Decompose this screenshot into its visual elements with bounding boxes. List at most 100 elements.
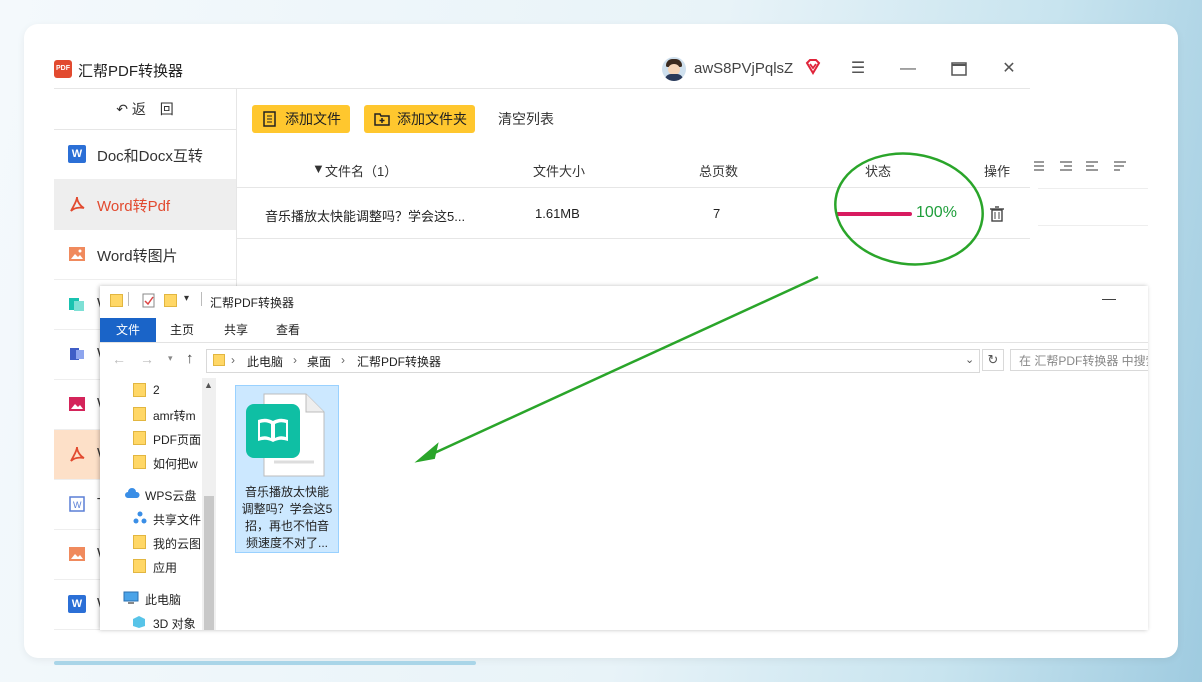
add-folder-icon	[374, 113, 390, 126]
chevron-right-icon: ›	[341, 353, 345, 367]
vip-diamond-icon[interactable]	[804, 58, 822, 76]
progress-text: 100%	[916, 204, 957, 221]
partial-panel	[1038, 188, 1148, 226]
clear-list-button[interactable]: 清空列表	[498, 105, 554, 133]
sidebar-item-word-to-pdf[interactable]: Word转Pdf	[54, 180, 236, 230]
progress-bar	[836, 212, 912, 216]
column-header-size: 文件大小	[533, 164, 586, 179]
close-button[interactable]: ✕	[994, 54, 1024, 84]
avatar[interactable]	[662, 57, 686, 81]
title-bar: PDF 汇帮PDF转换器 awS8PVjPqlsZ ☰ — ✕	[54, 50, 1030, 89]
row-page-count: 7	[713, 206, 721, 221]
menu-icon[interactable]: ☰	[843, 54, 873, 84]
nav-item-shared[interactable]: 共享文件	[100, 506, 202, 530]
back-button[interactable]: ↶ 返 回	[54, 89, 236, 130]
column-header-pages: 总页数	[699, 164, 739, 179]
svg-text:W: W	[73, 500, 82, 510]
word-icon: W	[68, 595, 86, 613]
forward-arrow-icon[interactable]: →	[140, 351, 154, 367]
file-name: 音乐播放太快能调整吗？学会这5招，再也不怕音频速度不对了...	[241, 485, 333, 550]
header-divider	[237, 187, 1030, 188]
image-icon	[69, 247, 85, 261]
nav-item[interactable]: amr转m	[100, 402, 202, 426]
folder-icon	[133, 559, 146, 573]
back-arrow-icon[interactable]: ←	[112, 351, 126, 367]
add-file-button[interactable]: 添加文件	[252, 105, 350, 133]
column-header-action: 操作	[984, 164, 1011, 179]
trash-icon[interactable]	[990, 206, 1004, 222]
sidebar-item-word-to-image[interactable]: Word转图片	[54, 230, 236, 280]
nav-item-3d[interactable]: 3D 对象	[100, 610, 202, 630]
pdf-icon	[70, 196, 85, 212]
format-toolbar-fragment-icon	[1034, 161, 1126, 171]
address-row: ← → ▾ ↑ › 此电脑 › 桌面 › 汇帮PDF转换器 ⌄ ↻ 在 汇帮PD…	[100, 346, 1148, 374]
tab-share[interactable]: 共享	[212, 318, 260, 342]
breadcrumb-item[interactable]: 桌面	[307, 353, 331, 370]
document-icon	[246, 393, 325, 477]
nav-item[interactable]: 应用	[100, 554, 202, 578]
quick-access-dropdown-icon[interactable]: ▾	[184, 293, 189, 304]
explorer-title-bar: ▾ 汇帮PDF转换器 —	[100, 286, 1148, 316]
nav-item[interactable]: 如何把w	[100, 450, 202, 474]
chevron-up-icon[interactable]: ▲	[204, 380, 213, 390]
cube-icon	[133, 616, 145, 628]
sidebar-item-label: Word转图片	[97, 248, 178, 265]
sidebar-item-doc-docx[interactable]: W Doc和Docx互转	[54, 130, 236, 180]
nav-item-wps-cloud[interactable]: WPS云盘	[100, 482, 202, 506]
up-arrow-icon[interactable]: ↑	[186, 350, 194, 367]
back-icon: ↶	[116, 101, 128, 117]
nav-item-this-pc[interactable]: 此电脑	[100, 586, 202, 610]
row-divider	[237, 238, 1030, 239]
ribbon-tabs: 文件 主页 共享 查看	[100, 318, 1148, 343]
tab-home[interactable]: 主页	[158, 318, 206, 342]
address-bar[interactable]: › 此电脑 › 桌面 › 汇帮PDF转换器 ⌄	[206, 349, 980, 373]
new-folder-icon[interactable]	[164, 294, 177, 307]
nav-item[interactable]: PDF页面	[100, 426, 202, 450]
sidebar-item-label: Word转Pdf	[97, 198, 171, 215]
maximize-button[interactable]	[944, 54, 974, 84]
tab-view[interactable]: 查看	[264, 318, 312, 342]
app-title: 汇帮PDF转换器	[78, 63, 184, 80]
column-header-status: 状态	[865, 164, 892, 179]
word-outline-icon: W	[69, 496, 85, 512]
sidebar-item-label: Doc和Docx互转	[97, 148, 203, 165]
tab-file[interactable]: 文件	[100, 318, 156, 342]
row-file-name: 音乐播放太快能调整吗？学会这5...	[265, 209, 466, 224]
folder-icon	[133, 431, 146, 445]
nav-scroll-thumb[interactable]	[204, 496, 214, 630]
properties-icon[interactable]	[142, 293, 156, 308]
folder-icon	[213, 354, 225, 366]
username[interactable]: awS8PVjPqlsZ	[694, 60, 793, 77]
recent-locations-icon[interactable]: ▾	[168, 353, 173, 364]
breadcrumb-item[interactable]: 此电脑	[247, 353, 283, 370]
nav-item[interactable]: 2	[100, 378, 202, 402]
green-doc-icon	[69, 298, 84, 311]
explorer-title: 汇帮PDF转换器	[210, 296, 295, 310]
breadcrumb-item[interactable]: 汇帮PDF转换器	[357, 353, 441, 370]
row-file-size: 1.61MB	[535, 206, 580, 221]
share-icon	[133, 511, 147, 524]
ppt-icon	[70, 348, 84, 360]
divider	[128, 292, 129, 306]
column-header-name[interactable]: 文件名（1）	[325, 161, 397, 180]
navigation-pane: 2 amr转m PDF页面 如何把w WPS云盘 共享文件 我的云图 应用 此电…	[100, 378, 216, 630]
nav-item[interactable]: 我的云图	[100, 530, 202, 554]
image-icon	[69, 397, 85, 411]
divider	[201, 292, 202, 306]
sort-arrow-icon[interactable]: ▼	[312, 161, 325, 176]
horizontal-scrollbar[interactable]	[54, 661, 476, 665]
chevron-right-icon: ›	[231, 353, 235, 367]
computer-icon	[123, 591, 139, 604]
search-input[interactable]: 在 汇帮PDF转换器 中搜索	[1010, 349, 1148, 371]
pdf-icon	[70, 446, 85, 462]
file-item[interactable]: 音乐播放太快能调整吗？学会这5招，再也不怕音频速度不对了...	[235, 385, 339, 553]
cloud-icon	[125, 488, 140, 498]
refresh-icon[interactable]: ↻	[982, 349, 1004, 371]
address-dropdown-icon[interactable]: ⌄	[965, 353, 974, 366]
folder-icon	[133, 535, 146, 549]
folder-icon	[133, 383, 146, 397]
minimize-button[interactable]: —	[893, 54, 923, 84]
explorer-minimize-button[interactable]: —	[1102, 290, 1116, 306]
add-folder-button[interactable]: 添加文件夹	[364, 105, 475, 133]
add-file-label: 添加文件	[285, 111, 341, 127]
